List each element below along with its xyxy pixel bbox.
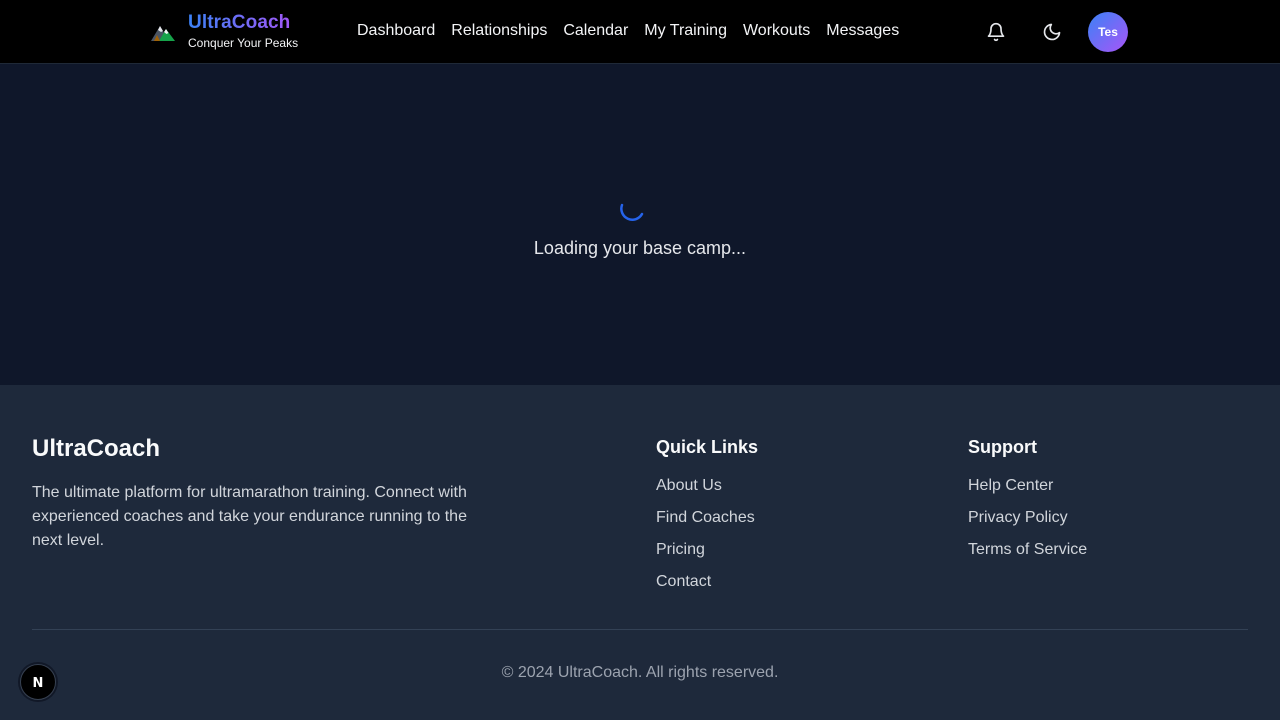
main-nav: Dashboard Relationships Calendar My Trai… [349, 20, 907, 42]
nav-relationships[interactable]: Relationships [443, 20, 555, 42]
footer-link-terms-of-service[interactable]: Terms of Service [968, 540, 1087, 560]
footer-description: The ultimate platform for ultramarathon … [32, 484, 467, 549]
brand-title: UltraCoach [188, 12, 298, 34]
svg-text:N: N [33, 676, 44, 690]
footer-link-contact[interactable]: Contact [656, 572, 758, 592]
site-footer: UltraCoach The ultimate platform for ult… [0, 385, 1280, 720]
quick-links-title: Quick Links [656, 437, 759, 457]
support-column: Support Help Center Privacy Policy Terms… [968, 437, 1087, 572]
nextjs-dev-badge[interactable]: N [20, 664, 56, 700]
footer-divider [32, 629, 1248, 630]
avatar-initials: Tes [1098, 25, 1118, 39]
loading-message: Loading your base camp... [533, 238, 747, 258]
brand-tagline: Conquer Your Peaks [188, 36, 299, 50]
bell-icon [987, 22, 1005, 42]
copyright-text: © 2024 UltraCoach. All rights reserved. [501, 664, 779, 681]
footer-brand: UltraCoach [32, 435, 161, 462]
footer-link-find-coaches[interactable]: Find Coaches [656, 508, 758, 528]
nav-calendar[interactable]: Calendar [555, 20, 636, 42]
footer-link-about-us[interactable]: About Us [656, 476, 758, 496]
notifications-button[interactable] [984, 20, 1008, 44]
user-avatar[interactable]: Tes [1088, 12, 1128, 52]
moon-icon [1043, 23, 1061, 41]
mountain-logo-icon [151, 25, 175, 41]
main-content: Loading your base camp... [0, 65, 1280, 385]
footer-link-help-center[interactable]: Help Center [968, 476, 1087, 496]
nav-dashboard[interactable]: Dashboard [349, 20, 443, 42]
quick-links-column: Quick Links About Us Find Coaches Pricin… [656, 437, 758, 604]
footer-link-privacy-policy[interactable]: Privacy Policy [968, 508, 1087, 528]
top-navbar: UltraCoach Conquer Your Peaks Dashboard … [0, 0, 1280, 64]
loading-spinner-icon [620, 203, 644, 221]
nav-my-training[interactable]: My Training [636, 20, 735, 42]
theme-toggle-button[interactable] [1040, 20, 1064, 44]
nav-workouts[interactable]: Workouts [735, 20, 818, 42]
support-title: Support [968, 437, 1037, 457]
nextjs-logo-icon: N [33, 676, 44, 690]
nav-messages[interactable]: Messages [818, 20, 907, 42]
footer-link-pricing[interactable]: Pricing [656, 540, 758, 560]
brand-link[interactable]: UltraCoach Conquer Your Peaks [150, 12, 298, 51]
